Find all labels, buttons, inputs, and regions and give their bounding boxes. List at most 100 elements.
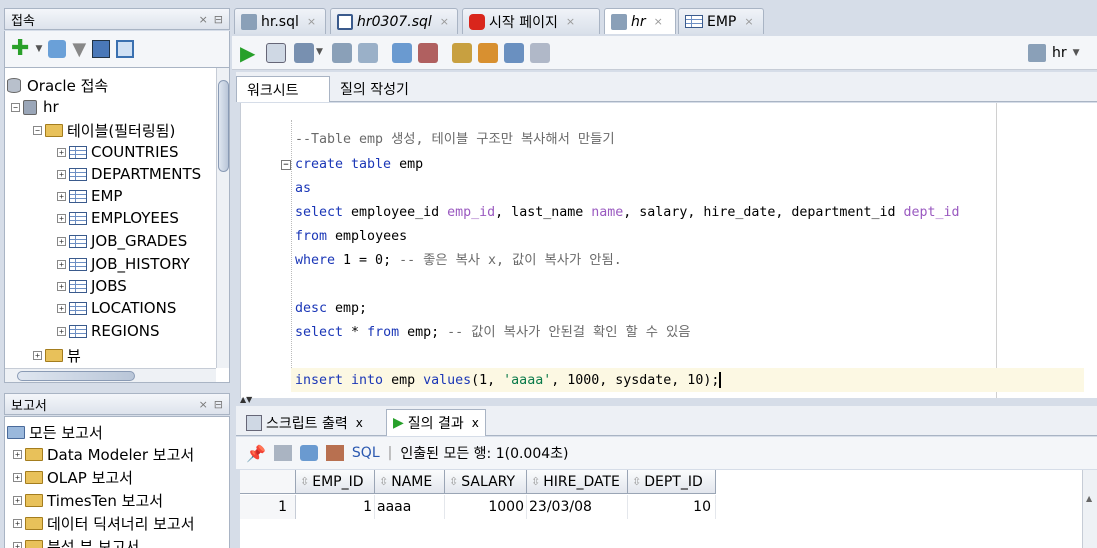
- sort-icon[interactable]: ⇳: [300, 475, 309, 488]
- tab-start-page[interactable]: 시작 페이지 ×: [462, 8, 600, 34]
- close-icon[interactable]: ×: [199, 13, 208, 26]
- close-icon[interactable]: ×: [654, 15, 663, 28]
- collapse-icon[interactable]: [116, 40, 135, 58]
- refresh-icon[interactable]: [48, 40, 67, 58]
- export-icon[interactable]: [325, 445, 344, 461]
- tab-query-result[interactable]: ▶ 질의 결과 x: [386, 409, 486, 436]
- close-icon[interactable]: x: [472, 416, 479, 430]
- sort-icon[interactable]: ⇳: [531, 475, 540, 488]
- schema-browser-icon[interactable]: [92, 40, 111, 58]
- expand-toggle-icon[interactable]: +: [57, 147, 66, 157]
- tree-item-table[interactable]: + JOB_GRADES: [57, 230, 187, 252]
- explain-plan-icon[interactable]: [332, 43, 352, 63]
- filter-icon[interactable]: ▼: [72, 39, 86, 60]
- table-cell[interactable]: 1000: [445, 495, 527, 519]
- tree-item-table[interactable]: + JOB_HISTORY: [57, 253, 190, 275]
- expand-toggle-icon[interactable]: +: [13, 541, 22, 548]
- column-header[interactable]: ⇳ EMP_ID: [296, 470, 375, 494]
- grid-vertical-scrollbar[interactable]: ▲: [1082, 470, 1097, 548]
- refresh-icon[interactable]: [299, 445, 318, 461]
- expand-toggle-icon[interactable]: +: [57, 281, 66, 291]
- tree-item-table[interactable]: + DEPARTMENTS: [57, 163, 201, 185]
- scroll-thumb[interactable]: [218, 80, 229, 172]
- tree-item-tables[interactable]: − 테이블(필터링됨): [33, 119, 175, 141]
- scroll-up-icon[interactable]: ▲: [1086, 494, 1092, 503]
- tree-vertical-scrollbar[interactable]: [216, 68, 229, 368]
- scroll-thumb[interactable]: [17, 371, 135, 381]
- format-icon[interactable]: [530, 43, 550, 63]
- tree-item-report[interactable]: + 분석 뷰 보고서: [13, 535, 139, 548]
- tree-item-table[interactable]: + EMPLOYEES: [57, 207, 179, 229]
- connection-selector[interactable]: hr ▼: [1028, 43, 1080, 63]
- tree-item-table[interactable]: + REGIONS: [57, 320, 160, 342]
- expand-toggle-icon[interactable]: +: [57, 303, 66, 313]
- table-cell[interactable]: 23/03/08: [527, 495, 628, 519]
- expand-toggle-icon[interactable]: +: [57, 169, 66, 179]
- run-script-icon[interactable]: [266, 43, 286, 63]
- chevron-down-icon[interactable]: ▼: [316, 47, 326, 67]
- close-icon[interactable]: ×: [744, 15, 753, 28]
- close-icon[interactable]: x: [356, 416, 363, 430]
- tree-item-report[interactable]: + 데이터 딕셔너리 보고서: [13, 512, 195, 534]
- tree-item-oracle-connections[interactable]: Oracle 접속: [7, 74, 108, 96]
- history-icon[interactable]: [504, 43, 524, 63]
- sort-icon[interactable]: ⇳: [632, 475, 641, 488]
- minimize-icon[interactable]: ⊟: [214, 13, 223, 26]
- close-icon[interactable]: ×: [307, 15, 316, 28]
- table-cell[interactable]: 1: [296, 495, 375, 519]
- tree-horizontal-scrollbar[interactable]: [5, 368, 216, 382]
- rollback-icon[interactable]: [418, 43, 438, 63]
- close-icon[interactable]: ×: [440, 15, 449, 28]
- expand-toggle-icon[interactable]: +: [57, 259, 66, 269]
- sql-tuning-icon[interactable]: [452, 43, 472, 63]
- expand-toggle-icon[interactable]: +: [57, 236, 66, 246]
- tab-hr0307-sql[interactable]: hr0307.sql ×: [330, 8, 458, 34]
- expand-toggle-icon[interactable]: +: [13, 472, 22, 482]
- expand-toggle-icon[interactable]: +: [13, 449, 22, 459]
- fold-toggle-icon[interactable]: −: [281, 160, 291, 170]
- tab-query-builder[interactable]: 질의 작성기: [330, 76, 419, 102]
- chevron-down-icon[interactable]: ▼: [35, 44, 42, 54]
- expand-toggle-icon[interactable]: +: [33, 350, 42, 360]
- tree-item-table[interactable]: + COUNTRIES: [57, 141, 179, 163]
- commit-icon[interactable]: [294, 43, 314, 63]
- clear-icon[interactable]: [478, 43, 498, 63]
- tree-item-table[interactable]: + LOCATIONS: [57, 297, 176, 319]
- expand-toggle-icon[interactable]: +: [57, 191, 66, 201]
- collapse-toggle-icon[interactable]: −: [33, 125, 42, 135]
- tab-script-output[interactable]: 스크립트 출력 x: [240, 409, 369, 436]
- tab-hr-sql[interactable]: hr.sql ×: [234, 8, 326, 34]
- sort-icon[interactable]: ⇳: [449, 475, 458, 488]
- tree-item-all-reports[interactable]: 모든 보고서: [7, 421, 103, 443]
- expand-toggle-icon[interactable]: +: [57, 326, 66, 336]
- expand-toggle-icon[interactable]: +: [13, 495, 22, 505]
- close-icon[interactable]: ×: [199, 398, 208, 411]
- print-icon[interactable]: [273, 445, 292, 461]
- tree-item-report[interactable]: + OLAP 보고서: [13, 466, 133, 488]
- table-cell[interactable]: 10: [628, 495, 716, 519]
- row-number[interactable]: 1: [240, 495, 296, 519]
- tree-item-table[interactable]: + JOBS: [57, 275, 127, 297]
- tree-item-report[interactable]: + Data Modeler 보고서: [13, 443, 194, 465]
- tree-item-views[interactable]: + 뷰: [33, 344, 81, 366]
- splitter-arrows-icon[interactable]: ▲▼: [240, 395, 252, 404]
- close-icon[interactable]: ×: [566, 15, 575, 28]
- sql-link[interactable]: SQL: [352, 445, 380, 461]
- run-statement-icon[interactable]: ▶: [240, 43, 260, 63]
- column-header[interactable]: ⇳ NAME: [375, 470, 445, 494]
- tab-hr-worksheet[interactable]: hr ×: [604, 8, 676, 34]
- minimize-icon[interactable]: ⊟: [214, 398, 223, 411]
- expand-toggle-icon[interactable]: +: [57, 213, 66, 223]
- table-cell[interactable]: aaaa: [375, 495, 445, 519]
- commit-transaction-icon[interactable]: [392, 43, 412, 63]
- column-header[interactable]: ⇳ HIRE_DATE: [527, 470, 628, 494]
- column-header[interactable]: ⇳ DEPT_ID: [628, 470, 716, 494]
- collapse-toggle-icon[interactable]: −: [11, 102, 20, 112]
- column-header[interactable]: ⇳ SALARY: [445, 470, 527, 494]
- tab-emp[interactable]: EMP ×: [678, 8, 764, 34]
- autotrace-icon[interactable]: [358, 43, 378, 63]
- tab-worksheet[interactable]: 워크시트: [236, 76, 330, 102]
- tree-item-hr[interactable]: − hr: [11, 96, 59, 118]
- tree-item-table[interactable]: + EMP: [57, 185, 122, 207]
- add-connection-icon[interactable]: ✚: [11, 38, 29, 60]
